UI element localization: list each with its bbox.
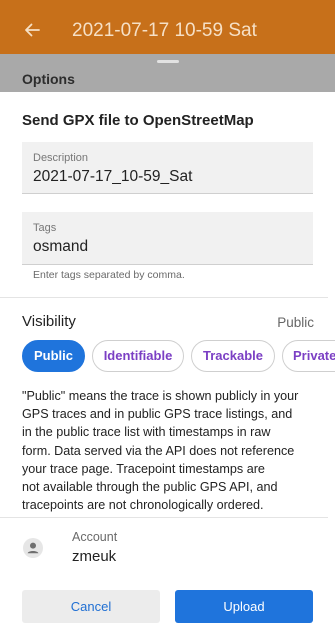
- section-title: Send GPX file to OpenStreetMap: [22, 112, 254, 129]
- arrow-back-icon[interactable]: [22, 20, 42, 40]
- visibility-description-line: not available through the public GPS API…: [22, 480, 278, 495]
- tags-field[interactable]: Tags osmand: [22, 212, 313, 265]
- description-field[interactable]: Description 2021-07-17_10-59_Sat: [22, 142, 313, 194]
- upload-button[interactable]: Upload: [175, 590, 313, 623]
- drag-handle[interactable]: [157, 60, 179, 63]
- chip-private[interactable]: Private: [282, 340, 335, 372]
- divider: [0, 517, 328, 518]
- visibility-description-line: "Public" means the trace is shown public…: [22, 389, 299, 403]
- visibility-description-line: your trace page. Tracepoint timestamps a…: [22, 461, 265, 476]
- visibility-current-value: Public: [277, 315, 314, 330]
- description-label: Description: [33, 152, 89, 164]
- visibility-description-line: in the public trace list with timestamps…: [22, 425, 271, 440]
- visibility-description-line: GPS traces and in public GPS trace listi…: [22, 407, 293, 422]
- description-value[interactable]: 2021-07-17_10-59_Sat: [33, 168, 192, 186]
- account-circle-icon: [23, 538, 43, 558]
- appbar-title: 2021-07-17 10-59 Sat: [72, 20, 257, 41]
- visibility-description-line: form. Data served via the API does not r…: [22, 443, 295, 458]
- chip-trackable[interactable]: Trackable: [191, 340, 275, 372]
- visibility-label: Visibility: [22, 313, 76, 330]
- tags-hint: Enter tags separated by comma.: [33, 269, 185, 281]
- account-value: zmeuk: [72, 548, 117, 565]
- tags-value[interactable]: osmand: [33, 238, 88, 256]
- bottom-sheet: Options Send GPX file to OpenStreetMap D…: [0, 54, 335, 637]
- divider: [0, 297, 328, 298]
- visibility-description-line: tracepoints are not chronologically orde…: [22, 498, 264, 513]
- account-label: Account: [72, 530, 118, 544]
- chip-identifiable[interactable]: Identifiable: [92, 340, 184, 372]
- tags-label: Tags: [33, 222, 57, 234]
- visibility-description: "Public" means the trace is shown public…: [22, 387, 315, 514]
- cancel-button[interactable]: Cancel: [22, 590, 160, 623]
- options-header: Options: [0, 54, 335, 92]
- visibility-chip-group: Public Identifiable Trackable Private: [0, 340, 335, 374]
- chip-public[interactable]: Public: [22, 340, 85, 372]
- options-label: Options: [22, 71, 75, 87]
